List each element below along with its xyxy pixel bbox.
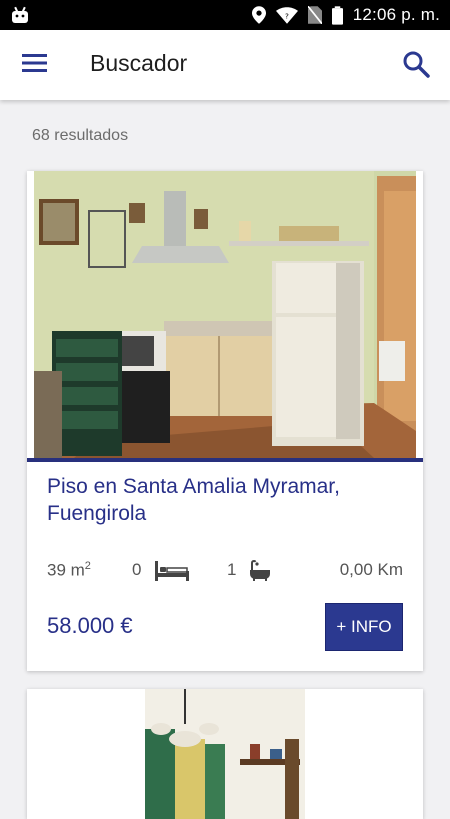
area-unit-superscript: 2 (84, 560, 91, 572)
distance: 0,00 Km (339, 560, 403, 579)
area-value: 39 m2 (47, 560, 91, 580)
listing-title[interactable]: Piso en Santa Amalia Myramar, Fuengirola (47, 473, 407, 527)
bed-icon (154, 559, 190, 588)
bathtub-icon (248, 558, 272, 587)
photo-divider (27, 458, 423, 462)
listing-card[interactable]: Piso en Santa Amalia Myramar, Fuengirola… (27, 171, 423, 671)
app-bar: Buscador (0, 30, 450, 100)
more-info-button[interactable]: + INFO (325, 603, 403, 651)
android-icon (10, 6, 30, 24)
search-icon[interactable] (402, 50, 430, 78)
svg-text:?: ? (285, 11, 289, 20)
battery-icon (331, 5, 343, 25)
bathrooms-count: 1 (227, 560, 237, 579)
results-count: 68 resultados (32, 127, 129, 144)
page-title: Buscador (90, 50, 188, 76)
listing-photo[interactable] (34, 171, 416, 458)
location-icon (251, 6, 266, 24)
no-sim-icon (307, 6, 322, 24)
hamburger-menu-icon[interactable] (22, 53, 48, 75)
clock: 12:06 p. m. (352, 5, 440, 24)
listing-price: 58.000 € (47, 613, 133, 638)
wifi-icon: ? (275, 6, 298, 24)
bedrooms-count: 0 (132, 560, 142, 579)
listing-features: 39 m2 0 1 0,00 Km (47, 558, 403, 586)
status-bar: ? 12:06 p. m. (0, 0, 450, 30)
